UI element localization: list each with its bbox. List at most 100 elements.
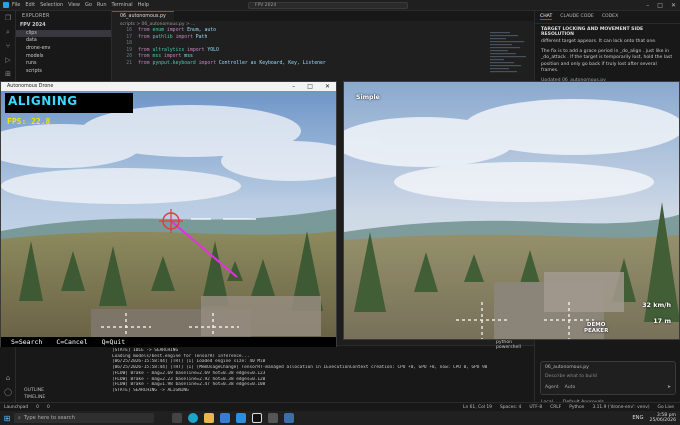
tab-claude-code[interactable]: CLAUDE CODE (560, 14, 594, 20)
code-lines[interactable]: 16 from enum import Enum, auto 17 from path… (112, 28, 534, 67)
search-icon[interactable]: ⌕ (0, 25, 16, 39)
vscode-logo-icon (3, 2, 9, 8)
code-text: from pynput.keyboard import Controller a… (138, 61, 326, 68)
search-icon: ⌕ (18, 414, 21, 421)
keyword: from (138, 34, 150, 40)
terminal-output[interactable]: [STATE] IDLE -> SEARCHING Loading models/… (112, 348, 487, 394)
language-indicator[interactable]: ENG (632, 415, 643, 421)
imported-names: YOLO (207, 47, 219, 53)
command-center-search[interactable]: FPV 2024 (248, 2, 408, 9)
fps-label: FPS: (7, 117, 27, 126)
menu-go[interactable]: Go (85, 2, 92, 8)
maximize-icon[interactable]: □ (307, 83, 313, 90)
code-editor: 06_autonomous.py scripts > 06_autonomous… (112, 11, 534, 81)
minimize-icon[interactable]: – (292, 83, 295, 90)
minimap[interactable] (488, 30, 532, 80)
source-control-icon[interactable]: ⑂ (0, 39, 16, 53)
menu-help[interactable]: Help (138, 2, 149, 8)
chat-placeholder: Describe what to build (545, 374, 597, 379)
terminal-list: python powershell (490, 340, 534, 350)
menu-file[interactable]: File (12, 2, 20, 8)
menu-selection[interactable]: Selection (40, 2, 63, 8)
folder-clips[interactable]: clips (16, 29, 111, 38)
indentation[interactable]: Spaces: 4 (500, 405, 521, 410)
timeline-section[interactable]: TIMELINE (16, 395, 112, 400)
explorer-root[interactable]: FPV 2024 (16, 22, 111, 30)
python-interpreter[interactable]: 3.11.9 ('drone-env': venv) (592, 405, 649, 410)
imported-names: Controller as Keyboard, Key, Listener (218, 60, 326, 66)
cursor-position[interactable]: Ln 61, Col 19 (463, 405, 492, 410)
tab-codex[interactable]: CODEX (602, 14, 618, 20)
errors-count[interactable]: 0 (36, 405, 39, 410)
menu-view[interactable]: View (68, 2, 80, 8)
terminal-line: [STATE] SEARCHING -> ALIGNING (112, 387, 189, 393)
speed-readout: 32 km/h (642, 301, 671, 309)
menu-terminal[interactable]: Terminal (112, 2, 133, 8)
menu-bar: File Edit Selection View Go Run Terminal… (12, 2, 149, 8)
chat-heading: TARGET LOCKING AND MOVEMENT SIDE RESOLUT… (541, 27, 644, 37)
code-text: from pathlib import Path (138, 35, 207, 42)
code-line[interactable]: 21 from pynput.keyboard import Controller… (112, 61, 534, 68)
maximize-icon[interactable]: □ (657, 2, 663, 9)
close-icon[interactable]: ✕ (325, 83, 330, 90)
line-endings[interactable]: CRLF (550, 405, 561, 410)
taskbar-search-placeholder: Type here to search (23, 415, 75, 421)
state-banner: ALIGNING (5, 93, 133, 113)
file-explorer-icon[interactable] (204, 413, 214, 423)
keyword: import (198, 60, 216, 66)
python-window-icon[interactable] (284, 413, 294, 423)
encoding[interactable]: UTF-8 (529, 405, 542, 410)
tab-06-autonomous[interactable]: 06_autonomous.py (112, 11, 174, 21)
remote-launchpad[interactable]: Launchpad (4, 405, 28, 410)
vscode-icon[interactable] (236, 413, 246, 423)
explorer-icon[interactable]: ❐ (0, 11, 16, 25)
keyword: from (138, 47, 150, 53)
store-icon[interactable] (220, 413, 230, 423)
taskbar-search[interactable]: ⌕ Type here to search (14, 413, 154, 423)
folder-models[interactable]: models (16, 52, 111, 60)
imported-names: mss (184, 54, 193, 59)
demo-watermark: DEMO PEAKER (584, 322, 608, 334)
view-mode-label: Simple (356, 94, 380, 101)
fps-value: 22.8 (31, 117, 51, 126)
module-name: mss (152, 54, 162, 59)
terminal-powershell[interactable]: powershell (490, 345, 534, 350)
folder-runs[interactable]: runs (16, 60, 111, 68)
simulator-scene (344, 82, 679, 339)
tab-chat[interactable]: CHAT (540, 14, 553, 20)
keyword: from (138, 60, 150, 66)
folder-drone-env[interactable]: drone-env (16, 45, 111, 53)
game-app-icon[interactable] (268, 413, 278, 423)
state-text: ALIGNING (8, 94, 78, 108)
agent-mode-dropdown[interactable]: Agent (545, 385, 559, 390)
keyword: from (138, 54, 150, 59)
unreal-icon[interactable] (252, 413, 262, 423)
language-mode[interactable]: Python (569, 405, 584, 410)
extensions-icon[interactable]: ⊞ (0, 67, 16, 81)
go-live[interactable]: Go Live (658, 405, 674, 410)
warnings-count[interactable]: 0 (47, 405, 50, 410)
close-icon[interactable]: ✕ (671, 2, 676, 9)
edge-icon[interactable] (188, 413, 198, 423)
chat-input[interactable]: 06_autonomous.py Describe what to build … (540, 361, 676, 395)
menu-edit[interactable]: Edit (25, 2, 35, 8)
menu-run[interactable]: Run (97, 2, 107, 8)
send-icon[interactable]: ➤ (667, 385, 671, 390)
minimize-icon[interactable]: – (646, 2, 649, 9)
windows-start-icon[interactable]: ⊞ (0, 411, 14, 425)
window-titlebar: Autonomous Drone – □ ✕ (1, 82, 336, 91)
outline-section[interactable]: OUTLINE (16, 388, 112, 393)
folder-scripts[interactable]: scripts (16, 68, 111, 76)
accounts-icon[interactable]: ◯ (0, 385, 16, 399)
fps-counter: FPS: 22.8 (7, 117, 50, 126)
attached-file-chip[interactable]: 06_autonomous.py (545, 365, 671, 370)
model-dropdown[interactable]: Auto (565, 385, 576, 390)
folder-data[interactable]: data (16, 37, 111, 45)
run-debug-icon[interactable]: ▷ (0, 53, 16, 67)
editor-tabs: 06_autonomous.py (112, 11, 534, 21)
line-number: 21 (126, 60, 132, 66)
breadcrumb[interactable]: scripts > 06_autonomous.py > ... (112, 21, 534, 28)
remote-icon[interactable]: ⌂ (0, 371, 16, 385)
task-view-icon[interactable] (172, 413, 182, 423)
clock[interactable]: 3:58 pm 25/06/2026 (650, 413, 676, 424)
